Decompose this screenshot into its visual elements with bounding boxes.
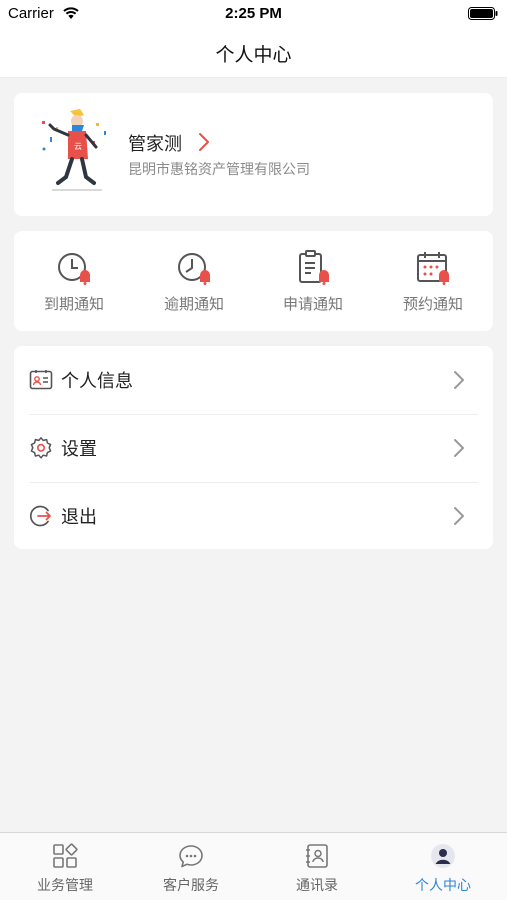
user-name[interactable]: 管家测	[128, 130, 182, 156]
menu-item-personal-info[interactable]: 个人信息	[14, 346, 493, 414]
menu-label: 个人信息	[61, 371, 133, 392]
avatar: 云	[42, 109, 106, 191]
notify-appointment[interactable]: 预约通知	[373, 231, 493, 331]
company-name: 昆明市惠铭资产管理有限公司	[128, 162, 310, 178]
calendar-bell-icon	[417, 252, 449, 285]
tab-contacts[interactable]: 通讯录	[254, 833, 380, 900]
tab-label: 通讯录	[296, 878, 338, 894]
chevron-right-icon[interactable]	[198, 132, 210, 152]
tab-profile[interactable]: 个人中心	[380, 833, 506, 900]
status-time: 2:25 PM	[225, 5, 282, 22]
tab-label: 业务管理	[37, 878, 93, 894]
notify-expiry[interactable]: 到期通知	[14, 231, 134, 331]
logout-icon	[29, 505, 51, 527]
clock-bell-icon	[178, 253, 210, 285]
settings-menu: 个人信息 设置 退出	[14, 346, 493, 549]
profile-card[interactable]: 云 管家测 昆明市惠铭资产管理有限公司	[14, 93, 493, 216]
clock-bell-icon	[58, 253, 90, 285]
id-card-icon	[29, 370, 53, 390]
notify-label: 逾期通知	[163, 295, 224, 313]
gear-icon	[30, 437, 52, 459]
person-icon	[431, 844, 455, 868]
chevron-right-icon	[454, 439, 464, 457]
contacts-icon	[306, 844, 328, 868]
menu-item-settings[interactable]: 设置	[14, 414, 493, 482]
notify-label: 预约通知	[402, 295, 463, 313]
chevron-right-icon	[454, 371, 464, 389]
menu-label: 设置	[61, 439, 97, 460]
page-title: 个人中心	[215, 44, 292, 66]
notify-label: 申请通知	[282, 295, 343, 313]
status-bar: Carrier 2:25 PM	[0, 0, 507, 28]
menu-label: 退出	[61, 507, 97, 528]
notify-overdue[interactable]: 逾期通知	[134, 231, 254, 331]
svg-text:云: 云	[74, 142, 82, 151]
notification-shortcuts: 到期通知 逾期通知 申请通知 预约通知	[14, 231, 493, 331]
document-bell-icon	[299, 250, 329, 285]
tab-business[interactable]: 业务管理	[2, 833, 128, 900]
grid-icon	[53, 843, 78, 868]
tab-label: 个人中心	[415, 878, 471, 894]
chat-icon	[179, 845, 203, 868]
navigation-bar: 个人中心	[0, 28, 507, 78]
notify-label: 到期通知	[43, 295, 104, 313]
notify-application[interactable]: 申请通知	[253, 231, 373, 331]
tab-bar: 业务管理 客户服务 通讯录 个人中心	[0, 832, 507, 900]
tab-label: 客户服务	[163, 878, 219, 894]
battery-icon	[468, 7, 498, 20]
chevron-right-icon	[454, 507, 464, 525]
menu-item-logout[interactable]: 退出	[14, 482, 493, 550]
tab-customer-service[interactable]: 客户服务	[128, 833, 254, 900]
